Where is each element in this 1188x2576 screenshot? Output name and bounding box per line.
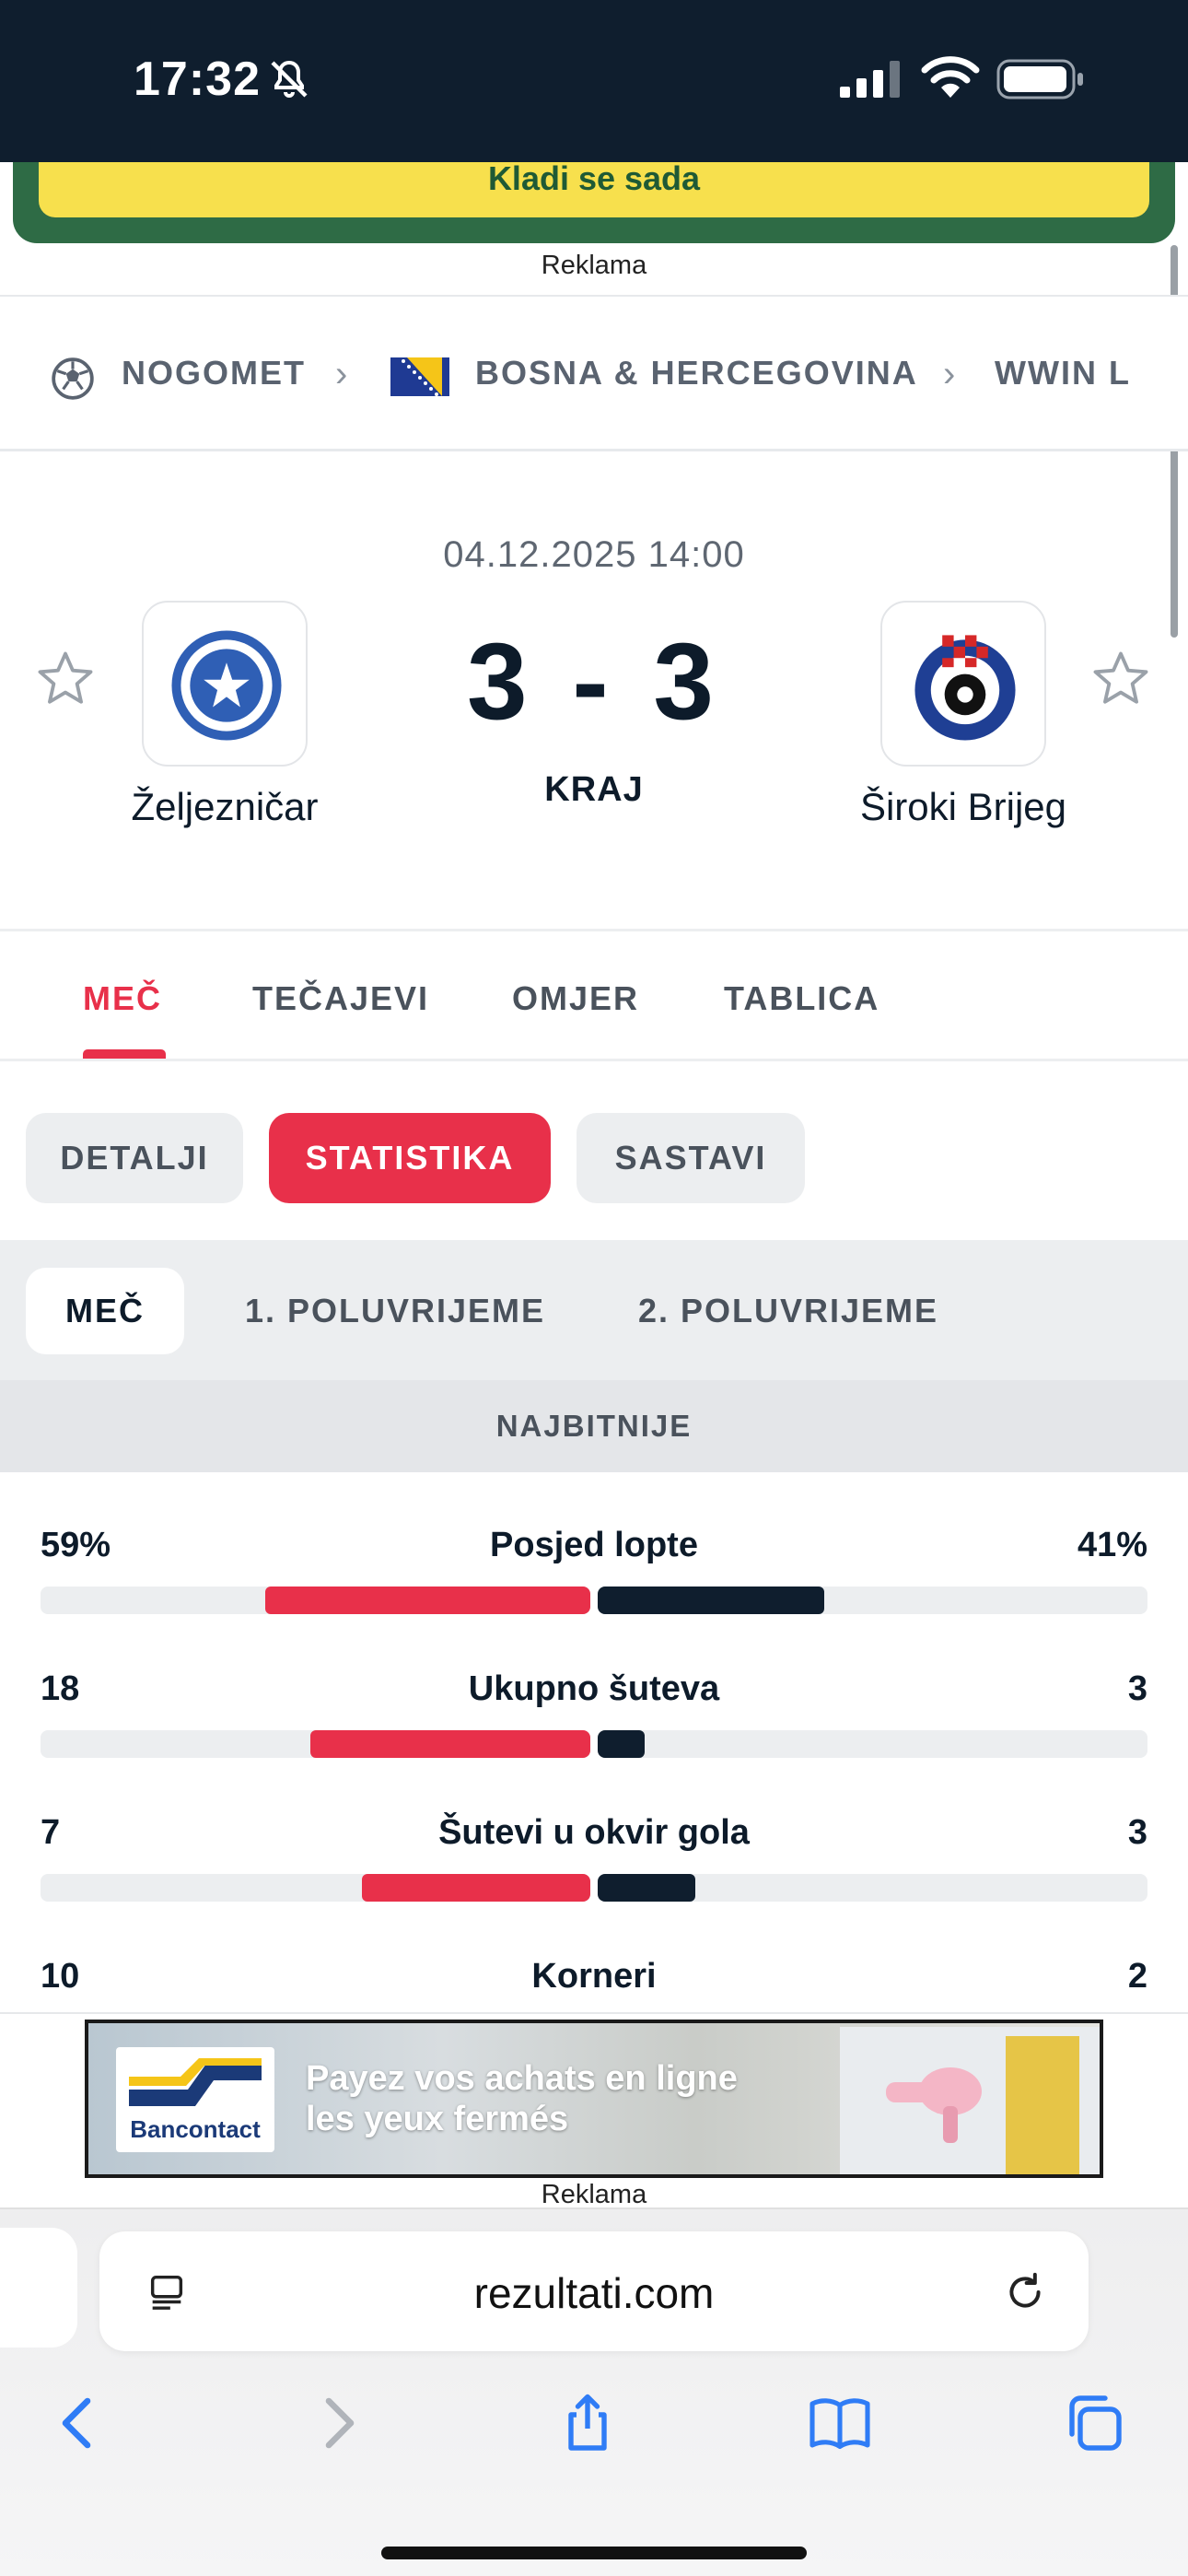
stat-home-bar <box>265 1587 590 1614</box>
stat-home-bar <box>310 1730 590 1758</box>
status-time: 17:32 <box>134 53 261 106</box>
away-team-logo[interactable] <box>880 601 1046 767</box>
bookmarks-icon[interactable] <box>807 2390 873 2456</box>
tab-h2h[interactable]: OMJER <box>512 979 639 1018</box>
cellular-signal-icon <box>840 61 900 98</box>
stat-home-bar-track <box>41 1874 590 1902</box>
stat-away-value: 2 <box>1127 1957 1147 1996</box>
ad-label: Reklama <box>541 2180 647 2209</box>
ad-product-image <box>840 2027 1100 2174</box>
ad-label: Reklama <box>541 251 647 280</box>
towel-image <box>1006 2036 1079 2174</box>
bancontact-mark-icon <box>129 2058 262 2106</box>
home-team-name[interactable]: Željezničar <box>41 785 409 829</box>
stat-home-bar-track <box>41 1730 590 1758</box>
tabs-icon[interactable] <box>1061 2390 1127 2456</box>
active-tab-indicator <box>83 1049 166 1059</box>
siroki-brijeg-crest-icon <box>914 635 1016 741</box>
forward-icon[interactable] <box>304 2390 370 2456</box>
period-tab-match[interactable]: MEČ <box>26 1268 184 1354</box>
subtab-details[interactable]: DETALJI <box>26 1113 243 1203</box>
tab-odds[interactable]: TEČAJEVI <box>252 979 429 1018</box>
breadcrumb-country[interactable]: BOSNA & HERCEGOVINA <box>475 354 918 392</box>
stat-away-value: 3 <box>1127 1813 1147 1852</box>
share-icon[interactable] <box>554 2390 621 2456</box>
match-datetime: 04.12.2025 14:00 <box>443 534 745 575</box>
bancontact-logo: Bancontact <box>116 2047 274 2152</box>
period-tabs: MEČ 1. POLUVRIJEME 2. POLUVRIJEME <box>0 1240 1188 1380</box>
period-tab-first-half[interactable]: 1. POLUVRIJEME <box>217 1268 573 1354</box>
section-title: NAJBITNIJE <box>0 1380 1188 1472</box>
stat-label: Ukupno šuteva <box>468 1669 720 1708</box>
subtab-lineups[interactable]: SASTAVI <box>577 1113 805 1203</box>
stat-home-bar <box>362 1874 590 1902</box>
breadcrumb-sport[interactable]: NOGOMET <box>122 354 306 392</box>
home-indicator <box>381 2547 807 2559</box>
chevron-right-icon: › <box>335 354 348 394</box>
tab-table[interactable]: TABLICA <box>724 979 879 1018</box>
stat-away-bar-track <box>598 1874 1147 1902</box>
address-bar[interactable]: rezultati.com <box>99 2231 1089 2351</box>
breadcrumb: NOGOMET › BOSNA & HERCEGOVINA › WWIN L <box>0 295 1188 451</box>
stat-away-value: 3 <box>1127 1669 1147 1708</box>
top-ad-banner[interactable]: Kladi se sada <box>13 162 1175 243</box>
soccer-ball-icon <box>52 357 94 400</box>
period-tab-second-half[interactable]: 2. POLUVRIJEME <box>608 1268 969 1354</box>
bet-now-button[interactable]: Kladi se sada <box>39 162 1149 217</box>
favorite-star-icon[interactable] <box>1090 649 1151 709</box>
subtab-statistics[interactable]: STATISTIKA <box>269 1113 551 1203</box>
previous-tab-card[interactable] <box>0 2228 77 2348</box>
breadcrumb-league[interactable]: WWIN L <box>995 354 1131 392</box>
stat-away-bar <box>598 1730 645 1758</box>
bottom-ad-banner[interactable]: Bancontact Payez vos achats en ligne les… <box>85 2020 1103 2178</box>
stat-label: Šutevi u okvir gola <box>438 1813 750 1852</box>
bosnia-flag-icon <box>390 357 449 396</box>
wifi-icon <box>921 56 980 98</box>
stat-away-value: 41% <box>1077 1526 1147 1564</box>
main-tabs: MEČ TEČAJEVI OMJER TABLICA <box>0 929 1188 1061</box>
stat-label: Korneri <box>531 1957 657 1996</box>
hairdryer-icon <box>886 2067 982 2143</box>
stat-home-bar-track <box>41 1587 590 1614</box>
status-bar: 17:32 <box>0 0 1188 162</box>
chevron-right-icon: › <box>943 354 956 394</box>
back-icon[interactable] <box>46 2390 112 2456</box>
stat-label: Posjed lopte <box>490 1526 698 1564</box>
stat-row: 59% Posjed lopte 41% <box>41 1526 1147 1655</box>
reload-icon[interactable] <box>1002 2268 1048 2316</box>
stat-away-bar <box>598 1587 824 1614</box>
bell-muted-icon <box>271 60 308 98</box>
stat-away-bar <box>598 1874 695 1902</box>
ad-slogan: Payez vos achats en ligne les yeux fermé… <box>306 2059 738 2138</box>
stat-row: 18 Ukupno šuteva 3 <box>41 1669 1147 1798</box>
stat-row: 7 Šutevi u okvir gola 3 <box>41 1813 1147 1942</box>
stat-away-bar-track <box>598 1730 1147 1758</box>
url-text[interactable]: rezultati.com <box>99 2268 1089 2318</box>
stat-away-bar-track <box>598 1587 1147 1614</box>
battery-icon <box>996 59 1083 100</box>
tab-match[interactable]: MEČ <box>83 979 162 1018</box>
browser-toolbar: rezultati.com <box>0 2207 1188 2576</box>
away-team-name[interactable]: Široki Brijeg <box>779 785 1147 829</box>
bottom-ad-container: Bancontact Payez vos achats en ligne les… <box>0 2012 1188 2209</box>
